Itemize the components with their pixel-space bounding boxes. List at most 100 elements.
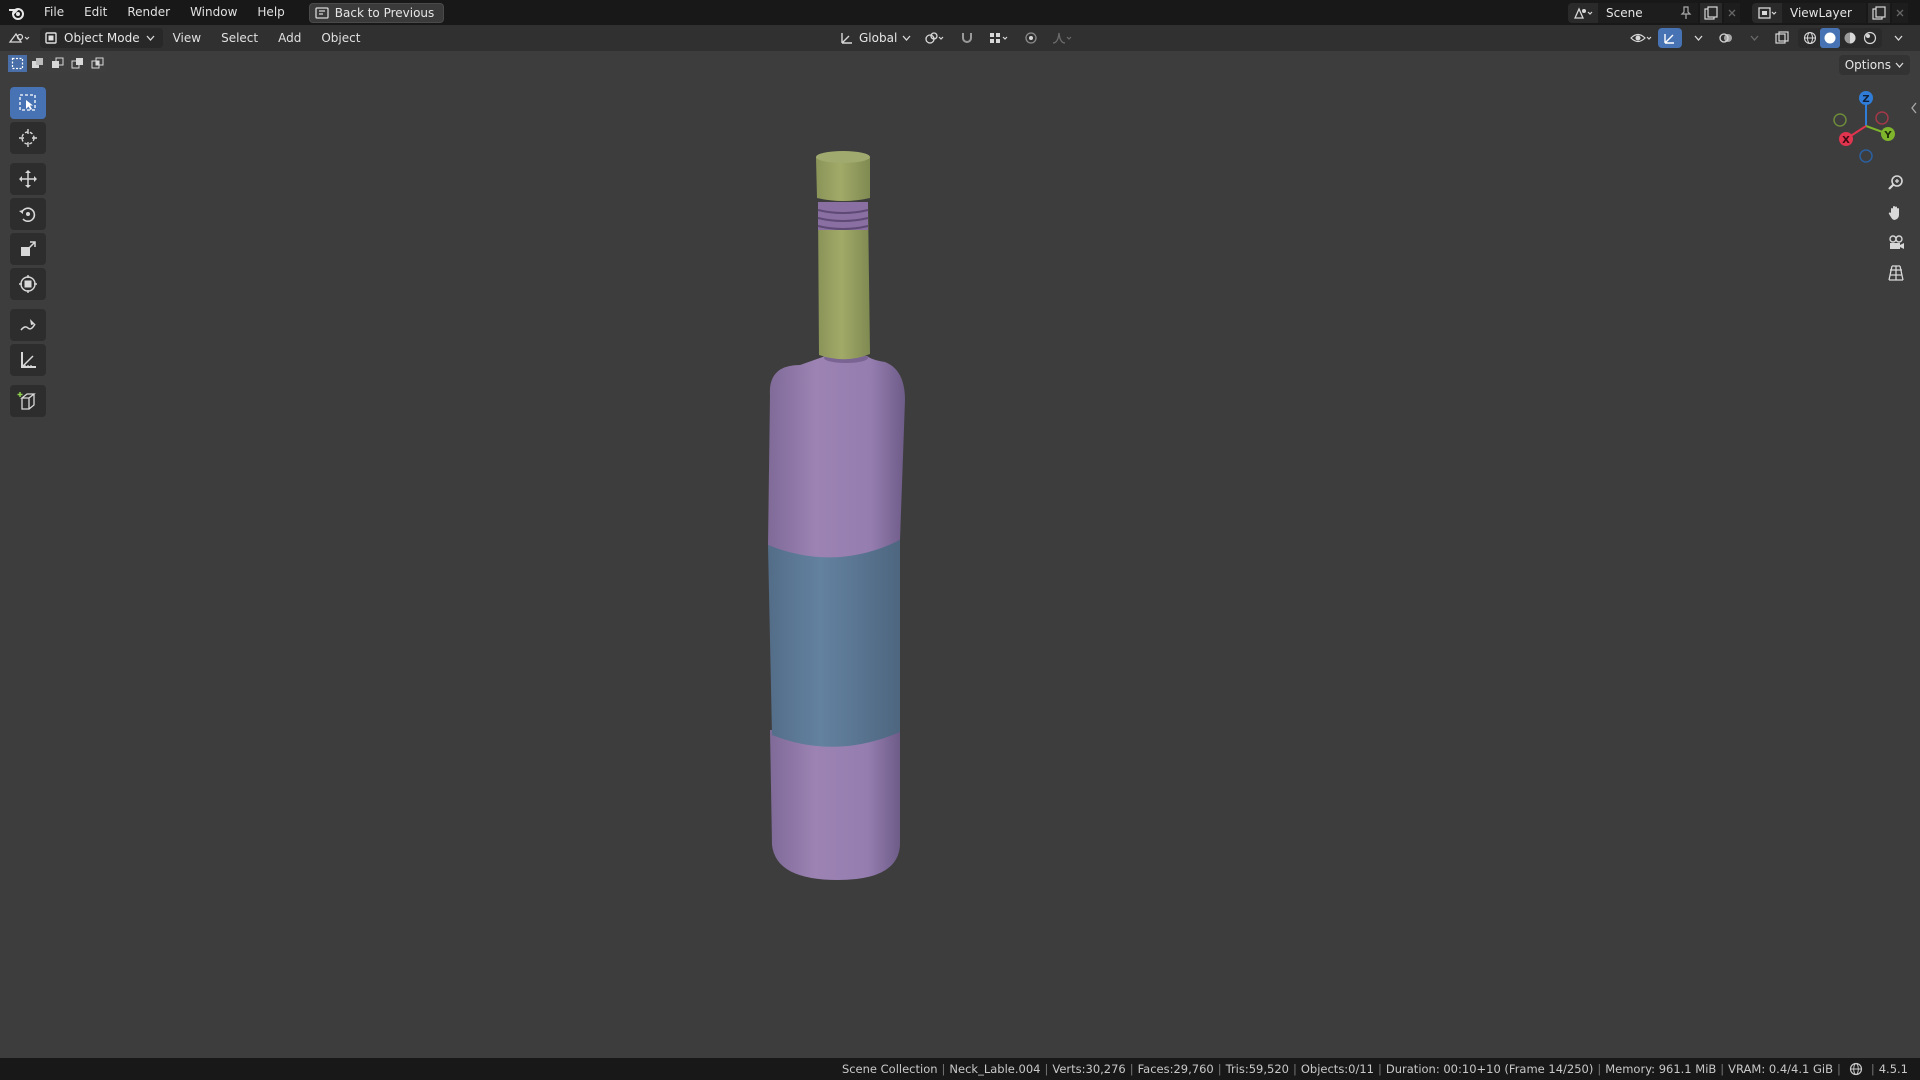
- status-objects: Objects:0/11: [1300, 1062, 1375, 1076]
- transform-tool[interactable]: [10, 268, 46, 300]
- top-menu-bar: File Edit Render Window Help Back to Pre…: [0, 0, 1920, 25]
- scene-browse-button[interactable]: [1568, 2, 1598, 23]
- move-tool[interactable]: [10, 163, 46, 195]
- navigation-gizmo[interactable]: Z Y X: [1826, 86, 1906, 166]
- zoom-view-button[interactable]: [1880, 170, 1912, 196]
- proportional-icon: [1025, 32, 1037, 44]
- options-dropdown[interactable]: Options: [1838, 55, 1910, 75]
- interaction-mode-dropdown[interactable]: Object Mode: [40, 28, 163, 48]
- solid-sphere-icon: [1824, 32, 1836, 44]
- 3d-viewport-icon: [8, 32, 30, 43]
- delete-view-layer-button[interactable]: [1892, 2, 1908, 23]
- camera-view-button[interactable]: [1880, 230, 1912, 256]
- pin-icon[interactable]: [1680, 5, 1692, 20]
- axis-x-label: X: [1842, 135, 1850, 146]
- menu-edit[interactable]: Edit: [74, 0, 117, 25]
- select-new-icon: [11, 57, 24, 70]
- annotate-tool[interactable]: [10, 309, 46, 341]
- ruler-icon: [21, 352, 36, 368]
- select-invert-icon: [71, 58, 83, 69]
- xray-toggle[interactable]: [1770, 28, 1794, 48]
- status-version: 4.5.1: [1878, 1062, 1908, 1076]
- new-view-layer-button[interactable]: [1868, 2, 1890, 23]
- select-invert-button[interactable]: [68, 55, 87, 72]
- workspace-scene-selectors: Scene ViewLayer: [1568, 0, 1920, 25]
- eye-icon: [1630, 33, 1652, 43]
- menu-object[interactable]: Object: [311, 31, 370, 45]
- grid-perspective-icon: [1888, 265, 1904, 281]
- proportional-falloff-dropdown[interactable]: [1051, 28, 1075, 48]
- pan-view-button[interactable]: [1880, 200, 1912, 226]
- view-layer-browse-button[interactable]: [1752, 2, 1782, 23]
- collapse-sidebar-icon[interactable]: [1910, 102, 1918, 114]
- shading-options-dropdown[interactable]: [1886, 28, 1910, 48]
- gizmo-toggle[interactable]: [1658, 28, 1682, 48]
- view-layer-name-field[interactable]: ViewLayer: [1782, 2, 1866, 23]
- axis-y-label: Y: [1883, 130, 1892, 141]
- delete-scene-button[interactable]: [1724, 2, 1740, 23]
- axis-neg-z-icon[interactable]: [1859, 149, 1873, 163]
- chevron-down-icon: [146, 35, 155, 41]
- menu-add[interactable]: Add: [268, 31, 311, 45]
- material-sphere-icon: [1844, 32, 1856, 44]
- axis-neg-x-icon[interactable]: [1875, 111, 1889, 125]
- rotate-tool[interactable]: [10, 198, 46, 230]
- select-box-tool[interactable]: [10, 87, 46, 119]
- select-intersect-button[interactable]: [88, 55, 107, 72]
- status-active-object: Neck_Lable.004: [949, 1062, 1041, 1076]
- xray-icon: [1775, 31, 1789, 44]
- menu-file[interactable]: File: [34, 0, 74, 25]
- perspective-toggle-button[interactable]: [1880, 260, 1912, 286]
- measure-tool[interactable]: [10, 344, 46, 376]
- scale-tool[interactable]: [10, 233, 46, 265]
- overlays-dropdown[interactable]: [1742, 28, 1766, 48]
- menu-view[interactable]: View: [163, 31, 211, 45]
- add-cube-tool[interactable]: [10, 385, 46, 417]
- wine-bottle-model[interactable]: [740, 140, 960, 900]
- scene-icon: [1573, 6, 1593, 19]
- transform-orientation-dropdown[interactable]: Global: [836, 28, 915, 48]
- select-new-button[interactable]: [8, 55, 27, 72]
- annotate-pencil-icon: [20, 319, 36, 331]
- chevron-down-icon: [1750, 35, 1758, 41]
- new-scene-button[interactable]: [1700, 2, 1722, 23]
- tool-shelf: [9, 87, 47, 420]
- move-icon: [19, 170, 37, 188]
- pivot-point-dropdown[interactable]: [923, 28, 947, 48]
- scene-name: Scene: [1606, 5, 1643, 20]
- orientation-label: Global: [859, 31, 898, 45]
- menu-select[interactable]: Select: [211, 31, 268, 45]
- shading-solid-button[interactable]: [1820, 28, 1840, 48]
- gizmo-dropdown[interactable]: [1686, 28, 1710, 48]
- select-subtract-icon: [52, 57, 64, 68]
- wireframe-sphere-icon: [1803, 31, 1817, 45]
- options-label: Options: [1844, 58, 1891, 72]
- menu-help[interactable]: Help: [247, 0, 294, 25]
- cursor-tool[interactable]: [10, 122, 46, 154]
- render-layers-icon: [1758, 6, 1777, 19]
- editor-type-button[interactable]: [0, 25, 40, 51]
- scene-selector: Scene: [1568, 2, 1740, 23]
- shading-rendered-button[interactable]: [1860, 28, 1880, 48]
- object-visibility-dropdown[interactable]: [1630, 28, 1654, 48]
- snap-grid-icon: [990, 33, 1008, 43]
- proportional-editing-toggle[interactable]: [1019, 28, 1043, 48]
- select-extend-button[interactable]: [28, 55, 47, 72]
- scene-name-field[interactable]: Scene: [1598, 2, 1698, 23]
- duplicate-icon: [1872, 5, 1886, 20]
- back-to-previous-button[interactable]: Back to Previous: [308, 2, 445, 23]
- axis-neg-y-icon[interactable]: [1833, 113, 1847, 127]
- network-icon[interactable]: [1849, 1062, 1863, 1076]
- transform-icon: [19, 275, 37, 293]
- shading-material-button[interactable]: [1840, 28, 1860, 48]
- menu-window[interactable]: Window: [180, 0, 247, 25]
- select-box-icon: [19, 94, 36, 111]
- shading-wireframe-button[interactable]: [1800, 28, 1820, 48]
- blender-logo-icon[interactable]: [0, 0, 34, 25]
- snap-toggle[interactable]: [955, 28, 979, 48]
- overlays-toggle[interactable]: [1714, 28, 1738, 48]
- select-subtract-button[interactable]: [48, 55, 67, 72]
- menu-render[interactable]: Render: [117, 0, 180, 25]
- view-layer-selector: ViewLayer: [1752, 2, 1908, 23]
- snap-target-dropdown[interactable]: [987, 28, 1011, 48]
